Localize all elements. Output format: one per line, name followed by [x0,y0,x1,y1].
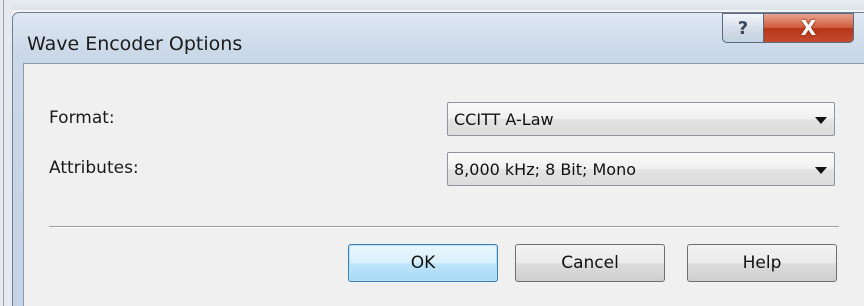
chevron-down-icon [815,167,827,174]
attributes-select[interactable]: 8,000 kHz; 8 Bit; Mono [447,152,835,186]
format-select[interactable]: CCITT A-Law [447,102,835,136]
wave-encoder-options-dialog: Wave Encoder Options ? X Format: CCITT A… [12,12,864,306]
close-button[interactable]: X [764,13,854,43]
title-bar-buttons: ? X [722,13,854,45]
background-window-top [0,0,864,10]
ok-button[interactable]: OK [348,244,498,282]
question-mark-icon: ? [737,17,749,39]
chevron-down-icon [815,117,827,124]
cancel-button[interactable]: Cancel [515,244,665,282]
help-button[interactable]: Help [687,244,837,282]
background-window-left [0,0,12,306]
close-icon: X [800,16,817,40]
title-bar[interactable]: Wave Encoder Options ? X [13,13,864,63]
dialog-client-area: Format: CCITT A-Law Attributes: 8,000 kH… [23,63,864,306]
format-select-value: CCITT A-Law [454,110,554,129]
format-label: Format: [49,108,115,128]
attributes-select-value: 8,000 kHz; 8 Bit; Mono [454,160,637,179]
dialog-title: Wave Encoder Options [27,33,243,55]
context-help-button[interactable]: ? [722,13,764,43]
divider [49,226,839,228]
attributes-label: Attributes: [49,158,139,178]
